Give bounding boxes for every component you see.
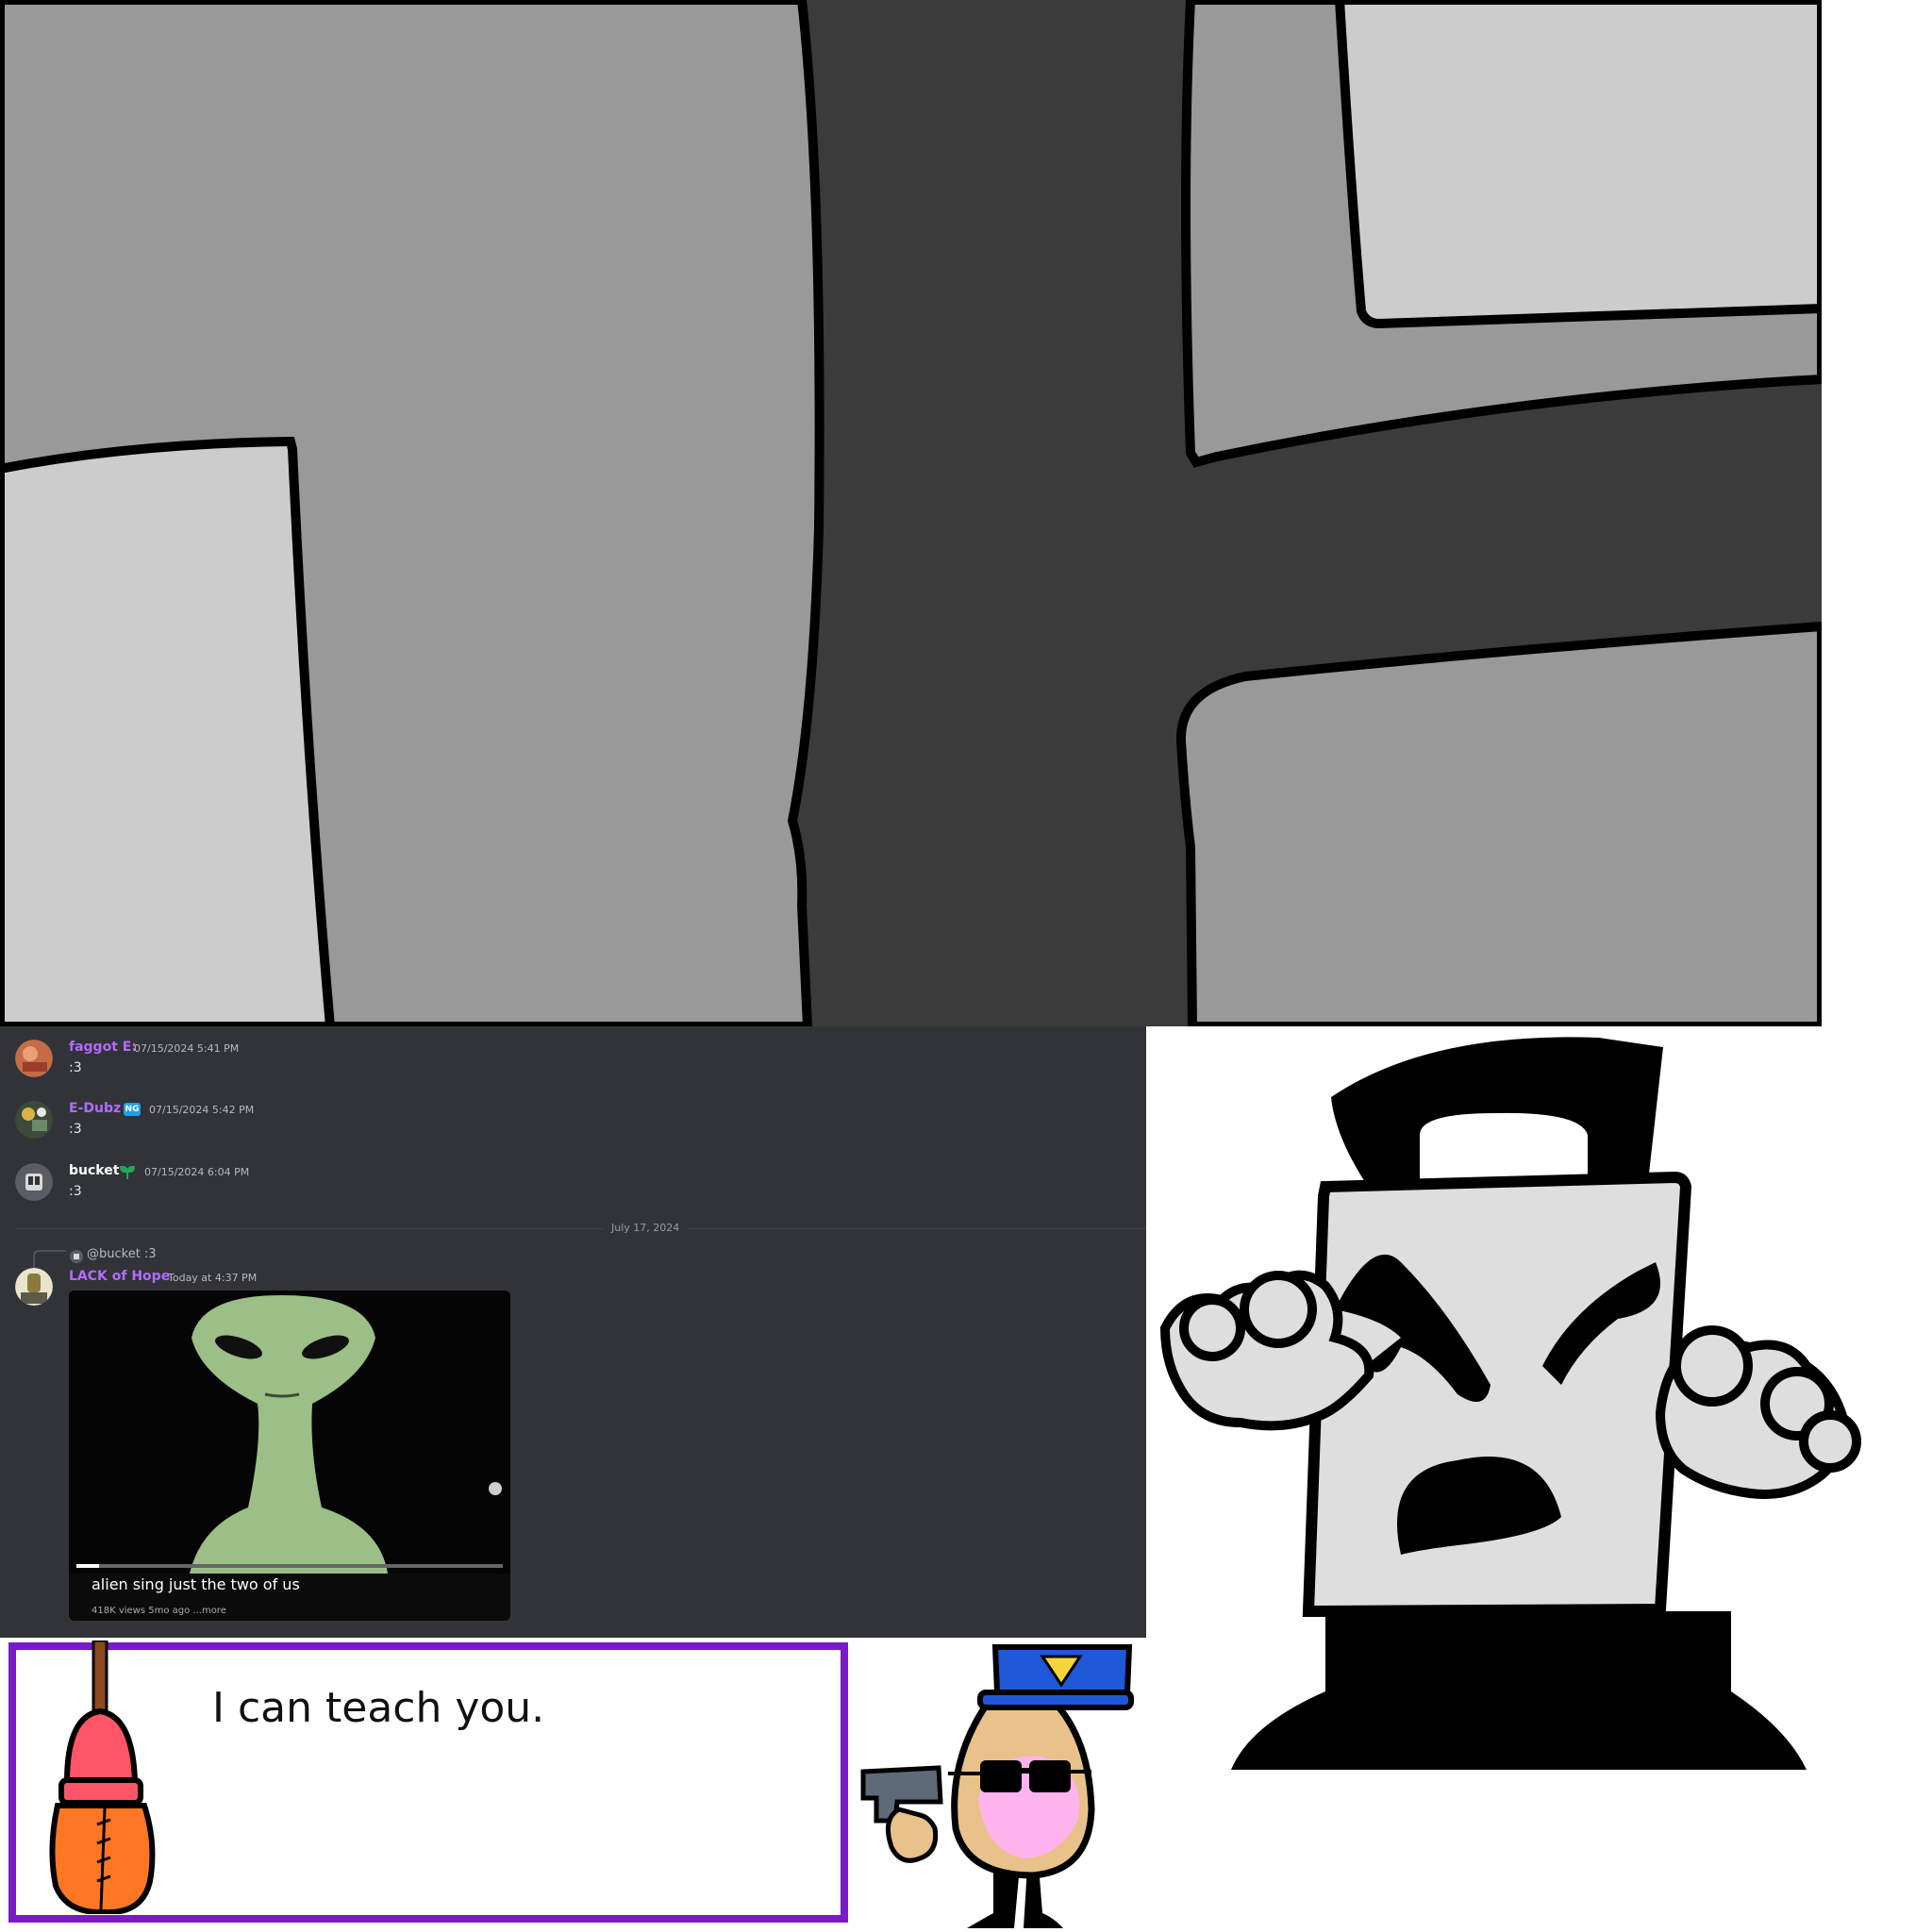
- timestamp: 07/15/2024 6:04 PM: [144, 1166, 250, 1178]
- user-avatar[interactable]: [15, 1163, 53, 1201]
- scared-box-character: [1159, 1037, 1861, 1770]
- alien-video-thumbnail[interactable]: [69, 1291, 510, 1574]
- username[interactable]: E-Dubz: [69, 1101, 121, 1116]
- video-meta: 418K views 5mo ago ...more: [92, 1606, 226, 1616]
- chat-screenshot: faggot E: 07/15/2024 5:41 PM :3 E-Dubz N…: [0, 1026, 1146, 1638]
- art-right-lower-block: [1175, 621, 1822, 1026]
- username[interactable]: bucket: [69, 1163, 119, 1178]
- username[interactable]: LACK of Hope: [69, 1269, 170, 1284]
- user-avatar[interactable]: [15, 1268, 53, 1306]
- right-hand: [1655, 1325, 1861, 1499]
- dialog-box: I can teach you.: [8, 1641, 848, 1923]
- dialog-text: I can teach you.: [212, 1684, 545, 1732]
- reply-connector: [33, 1250, 66, 1268]
- message-text: :3: [69, 1122, 82, 1137]
- zoomed-drawing-art: [0, 0, 1822, 1026]
- username[interactable]: faggot E:: [69, 1040, 137, 1055]
- reply-avatar-icon: [70, 1249, 83, 1267]
- timestamp: 07/15/2024 5:42 PM: [149, 1104, 255, 1116]
- message-text: :3: [69, 1060, 82, 1075]
- user-avatar[interactable]: [15, 1040, 53, 1077]
- timestamp: 07/15/2024 5:41 PM: [134, 1042, 240, 1055]
- date-divider: July 17, 2024: [604, 1222, 688, 1234]
- date-divider-line: [15, 1228, 1146, 1229]
- timestamp: Today at 4:37 PM: [168, 1272, 258, 1284]
- art-upper-right-panel: [1334, 0, 1822, 329]
- user-avatar[interactable]: [15, 1101, 53, 1139]
- cop-character-with-gun: [860, 1644, 1134, 1928]
- art-lower-left-panel: [0, 436, 336, 1026]
- leaf-badge-icon: [119, 1164, 136, 1185]
- newgrounds-badge-icon: NG: [124, 1103, 141, 1116]
- reply-preview[interactable]: @bucket :3: [87, 1247, 157, 1261]
- video-title[interactable]: alien sing just the two of us: [92, 1575, 300, 1593]
- message-text: :3: [69, 1184, 82, 1199]
- plunger-character-portrait: [49, 1641, 156, 1914]
- video-embed[interactable]: alien sing just the two of us 418K views…: [69, 1291, 510, 1621]
